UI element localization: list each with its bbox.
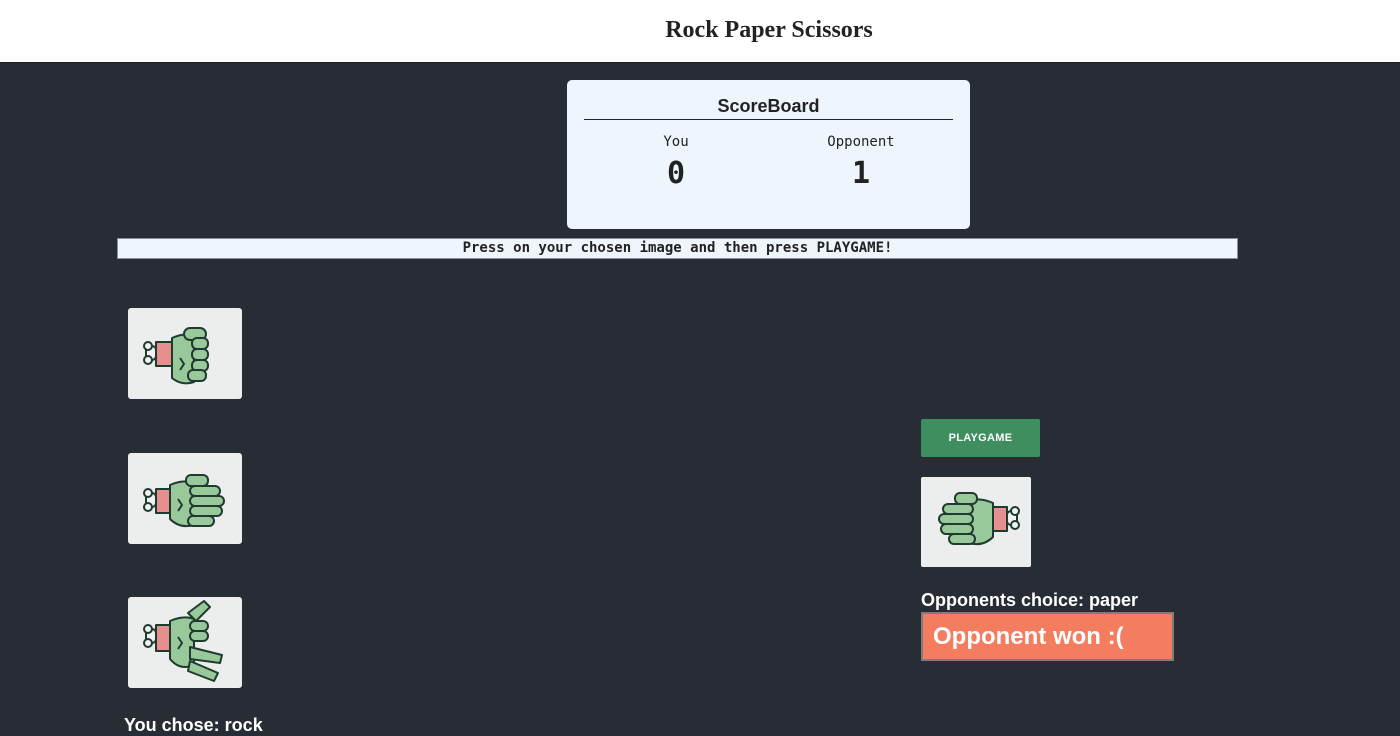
header-bar: Rock Paper Scissors <box>0 0 1400 63</box>
choice-scissors-button[interactable] <box>128 597 242 688</box>
choice-paper-button[interactable] <box>128 453 242 544</box>
scoreboard-title: ScoreBoard <box>584 96 953 120</box>
choice-rock-button[interactable] <box>128 308 242 399</box>
playgame-button[interactable]: PLAYGAME <box>921 419 1040 457</box>
opponent-choice-text: Opponents choice: paper <box>921 590 1139 610</box>
result-banner: Opponent won :( <box>921 612 1174 661</box>
zombie-hand-paper-icon <box>938 492 1020 546</box>
zombie-hand-paper-icon <box>143 474 225 528</box>
scoreboard: ScoreBoard You 0 Opponent 1 <box>567 80 970 229</box>
instructions-banner: Press on your chosen image and then pres… <box>117 238 1238 259</box>
opponent-score-column: Opponent 1 <box>791 134 931 191</box>
player-score-label: You <box>663 134 689 150</box>
player-score-value: 0 <box>666 156 686 191</box>
zombie-hand-scissors-icon <box>143 600 223 682</box>
player-score-column: You 0 <box>606 134 746 191</box>
app-title: Rock Paper Scissors <box>665 17 873 43</box>
opponent-score-label: Opponent <box>827 134 895 150</box>
opponent-choice-image <box>921 477 1031 567</box>
zombie-hand-rock-icon <box>143 327 209 385</box>
player-choice-text: You chose: rock <box>124 715 263 735</box>
opponent-score-value: 1 <box>851 156 871 191</box>
